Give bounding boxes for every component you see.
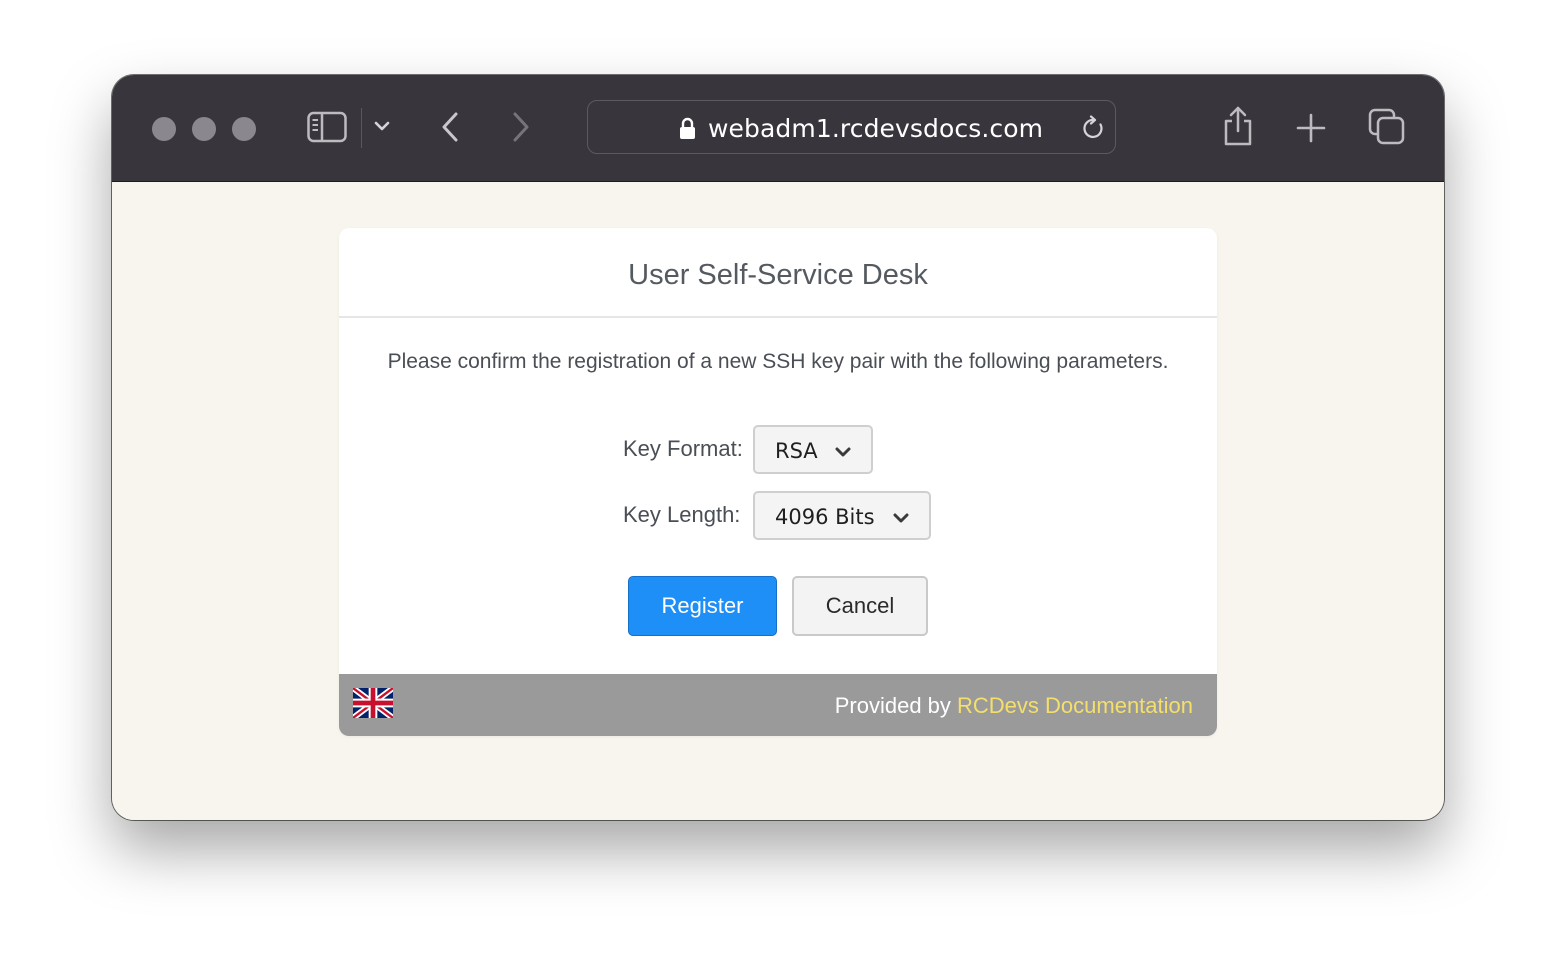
- cancel-button[interactable]: Cancel: [792, 576, 928, 636]
- sidebar-icon[interactable]: [307, 110, 347, 144]
- close-window-button[interactable]: [152, 117, 176, 141]
- url-text: webadm1.rcdevsdocs.com: [708, 114, 1044, 143]
- key-format-label: Key Format:: [623, 436, 743, 461]
- confirmation-message: Please confirm the registration of a new…: [387, 350, 1169, 373]
- tabs-overview-icon[interactable]: [1368, 108, 1406, 146]
- browser-toolbar: webadm1.rcdevsdocs.com: [112, 75, 1444, 182]
- plus-icon[interactable]: [1296, 113, 1326, 143]
- rcdevs-documentation-link[interactable]: RCDevs Documentation: [957, 693, 1193, 718]
- key-length-label: Key Length:: [623, 502, 741, 527]
- chevron-down-icon: [835, 440, 851, 464]
- address-bar[interactable]: webadm1.rcdevsdocs.com: [587, 100, 1116, 154]
- register-button[interactable]: Register: [628, 576, 777, 636]
- page-title: User Self-Service Desk: [339, 228, 1217, 318]
- provided-by-text: Provided by RCDevs Documentation: [835, 693, 1193, 719]
- chevron-down-icon[interactable]: [373, 119, 391, 133]
- key-length-select[interactable]: 4096 Bits: [753, 491, 931, 540]
- back-icon[interactable]: [438, 110, 462, 144]
- provided-by-label: Provided by: [834, 693, 958, 718]
- browser-window: webadm1.rcdevsdocs.com User Self-Service…: [112, 75, 1444, 820]
- share-icon[interactable]: [1222, 105, 1254, 147]
- zoom-window-button[interactable]: [232, 117, 256, 141]
- uk-flag-icon[interactable]: [351, 685, 395, 723]
- chevron-down-icon: [893, 506, 909, 530]
- lock-icon: [678, 116, 696, 140]
- key-length-value: 4096 Bits: [775, 505, 875, 529]
- card-footer: Provided by RCDevs Documentation: [339, 674, 1217, 736]
- minimize-window-button[interactable]: [192, 117, 216, 141]
- forward-icon[interactable]: [509, 110, 533, 144]
- key-format-select[interactable]: RSA: [753, 425, 873, 474]
- page-content: User Self-Service Desk Please confirm th…: [112, 182, 1444, 820]
- key-format-value: RSA: [775, 439, 818, 463]
- toolbar-divider: [361, 108, 362, 148]
- reload-icon[interactable]: [1081, 114, 1107, 142]
- self-service-card: User Self-Service Desk Please confirm th…: [339, 228, 1217, 736]
